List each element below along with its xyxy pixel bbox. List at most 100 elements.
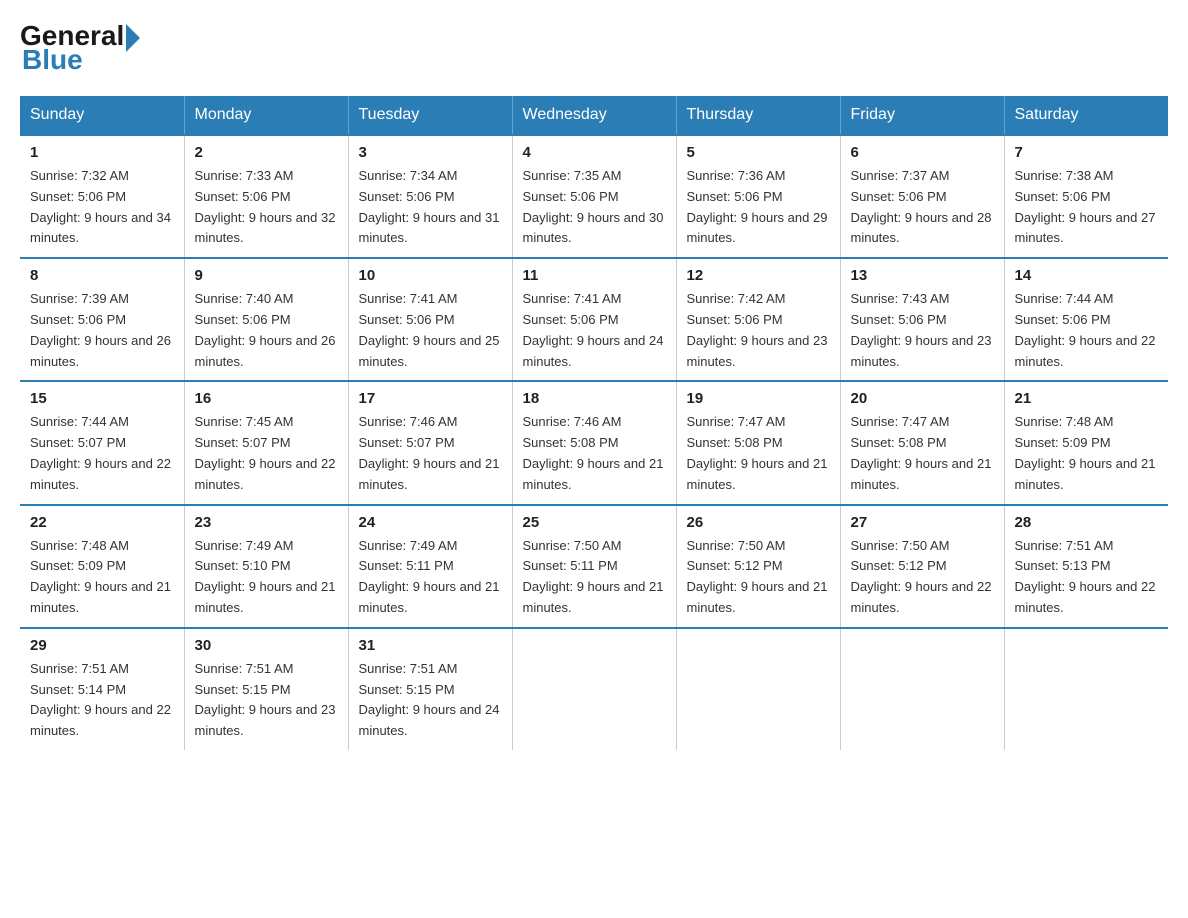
day-number: 27 xyxy=(851,514,994,531)
day-number: 20 xyxy=(851,390,994,407)
day-info: Sunrise: 7:32 AMSunset: 5:06 PMDaylight:… xyxy=(30,168,171,245)
day-number: 7 xyxy=(1015,144,1159,161)
day-info: Sunrise: 7:41 AMSunset: 5:06 PMDaylight:… xyxy=(359,291,500,368)
day-number: 22 xyxy=(30,514,174,531)
day-info: Sunrise: 7:39 AMSunset: 5:06 PMDaylight:… xyxy=(30,291,171,368)
page-header: General Blue xyxy=(20,20,1168,76)
day-cell: 23 Sunrise: 7:49 AMSunset: 5:10 PMDaylig… xyxy=(184,505,348,628)
day-info: Sunrise: 7:51 AMSunset: 5:13 PMDaylight:… xyxy=(1015,538,1156,615)
weekday-header-thursday: Thursday xyxy=(676,96,840,135)
day-cell: 14 Sunrise: 7:44 AMSunset: 5:06 PMDaylig… xyxy=(1004,258,1168,381)
day-cell: 12 Sunrise: 7:42 AMSunset: 5:06 PMDaylig… xyxy=(676,258,840,381)
day-number: 18 xyxy=(523,390,666,407)
day-cell: 2 Sunrise: 7:33 AMSunset: 5:06 PMDayligh… xyxy=(184,135,348,258)
day-number: 21 xyxy=(1015,390,1159,407)
day-info: Sunrise: 7:40 AMSunset: 5:06 PMDaylight:… xyxy=(195,291,336,368)
day-cell: 22 Sunrise: 7:48 AMSunset: 5:09 PMDaylig… xyxy=(20,505,184,628)
day-cell: 7 Sunrise: 7:38 AMSunset: 5:06 PMDayligh… xyxy=(1004,135,1168,258)
day-cell: 19 Sunrise: 7:47 AMSunset: 5:08 PMDaylig… xyxy=(676,381,840,504)
day-cell: 28 Sunrise: 7:51 AMSunset: 5:13 PMDaylig… xyxy=(1004,505,1168,628)
day-cell: 26 Sunrise: 7:50 AMSunset: 5:12 PMDaylig… xyxy=(676,505,840,628)
day-number: 8 xyxy=(30,267,174,284)
day-number: 12 xyxy=(687,267,830,284)
day-cell xyxy=(512,628,676,750)
day-info: Sunrise: 7:51 AMSunset: 5:15 PMDaylight:… xyxy=(195,661,336,738)
logo-blue-text: Blue xyxy=(22,44,83,76)
day-cell: 21 Sunrise: 7:48 AMSunset: 5:09 PMDaylig… xyxy=(1004,381,1168,504)
calendar-table: SundayMondayTuesdayWednesdayThursdayFrid… xyxy=(20,96,1168,750)
day-number: 30 xyxy=(195,637,338,654)
day-number: 3 xyxy=(359,144,502,161)
weekday-header-saturday: Saturday xyxy=(1004,96,1168,135)
day-cell: 31 Sunrise: 7:51 AMSunset: 5:15 PMDaylig… xyxy=(348,628,512,750)
day-number: 26 xyxy=(687,514,830,531)
day-info: Sunrise: 7:33 AMSunset: 5:06 PMDaylight:… xyxy=(195,168,336,245)
day-info: Sunrise: 7:51 AMSunset: 5:14 PMDaylight:… xyxy=(30,661,171,738)
day-number: 5 xyxy=(687,144,830,161)
day-cell xyxy=(840,628,1004,750)
weekday-header-friday: Friday xyxy=(840,96,1004,135)
week-row-1: 1 Sunrise: 7:32 AMSunset: 5:06 PMDayligh… xyxy=(20,135,1168,258)
day-info: Sunrise: 7:49 AMSunset: 5:11 PMDaylight:… xyxy=(359,538,500,615)
day-info: Sunrise: 7:47 AMSunset: 5:08 PMDaylight:… xyxy=(851,414,992,491)
day-info: Sunrise: 7:43 AMSunset: 5:06 PMDaylight:… xyxy=(851,291,992,368)
day-info: Sunrise: 7:35 AMSunset: 5:06 PMDaylight:… xyxy=(523,168,664,245)
day-number: 2 xyxy=(195,144,338,161)
day-info: Sunrise: 7:51 AMSunset: 5:15 PMDaylight:… xyxy=(359,661,500,738)
day-info: Sunrise: 7:34 AMSunset: 5:06 PMDaylight:… xyxy=(359,168,500,245)
weekday-header-sunday: Sunday xyxy=(20,96,184,135)
day-cell: 8 Sunrise: 7:39 AMSunset: 5:06 PMDayligh… xyxy=(20,258,184,381)
day-cell xyxy=(1004,628,1168,750)
day-number: 24 xyxy=(359,514,502,531)
day-info: Sunrise: 7:46 AMSunset: 5:08 PMDaylight:… xyxy=(523,414,664,491)
day-info: Sunrise: 7:37 AMSunset: 5:06 PMDaylight:… xyxy=(851,168,992,245)
day-number: 1 xyxy=(30,144,174,161)
day-number: 16 xyxy=(195,390,338,407)
day-cell: 1 Sunrise: 7:32 AMSunset: 5:06 PMDayligh… xyxy=(20,135,184,258)
day-info: Sunrise: 7:46 AMSunset: 5:07 PMDaylight:… xyxy=(359,414,500,491)
day-cell: 6 Sunrise: 7:37 AMSunset: 5:06 PMDayligh… xyxy=(840,135,1004,258)
weekday-header-wednesday: Wednesday xyxy=(512,96,676,135)
day-info: Sunrise: 7:42 AMSunset: 5:06 PMDaylight:… xyxy=(687,291,828,368)
day-number: 31 xyxy=(359,637,502,654)
day-info: Sunrise: 7:41 AMSunset: 5:06 PMDaylight:… xyxy=(523,291,664,368)
day-number: 6 xyxy=(851,144,994,161)
logo-arrow-icon xyxy=(126,24,140,52)
day-cell: 30 Sunrise: 7:51 AMSunset: 5:15 PMDaylig… xyxy=(184,628,348,750)
day-number: 9 xyxy=(195,267,338,284)
day-cell: 16 Sunrise: 7:45 AMSunset: 5:07 PMDaylig… xyxy=(184,381,348,504)
week-row-2: 8 Sunrise: 7:39 AMSunset: 5:06 PMDayligh… xyxy=(20,258,1168,381)
day-cell: 27 Sunrise: 7:50 AMSunset: 5:12 PMDaylig… xyxy=(840,505,1004,628)
day-cell: 3 Sunrise: 7:34 AMSunset: 5:06 PMDayligh… xyxy=(348,135,512,258)
weekday-header-monday: Monday xyxy=(184,96,348,135)
day-number: 14 xyxy=(1015,267,1159,284)
day-info: Sunrise: 7:47 AMSunset: 5:08 PMDaylight:… xyxy=(687,414,828,491)
day-number: 28 xyxy=(1015,514,1159,531)
day-cell: 18 Sunrise: 7:46 AMSunset: 5:08 PMDaylig… xyxy=(512,381,676,504)
week-row-3: 15 Sunrise: 7:44 AMSunset: 5:07 PMDaylig… xyxy=(20,381,1168,504)
day-info: Sunrise: 7:49 AMSunset: 5:10 PMDaylight:… xyxy=(195,538,336,615)
day-cell: 29 Sunrise: 7:51 AMSunset: 5:14 PMDaylig… xyxy=(20,628,184,750)
day-cell: 4 Sunrise: 7:35 AMSunset: 5:06 PMDayligh… xyxy=(512,135,676,258)
day-number: 11 xyxy=(523,267,666,284)
week-row-4: 22 Sunrise: 7:48 AMSunset: 5:09 PMDaylig… xyxy=(20,505,1168,628)
week-row-5: 29 Sunrise: 7:51 AMSunset: 5:14 PMDaylig… xyxy=(20,628,1168,750)
day-info: Sunrise: 7:44 AMSunset: 5:06 PMDaylight:… xyxy=(1015,291,1156,368)
day-info: Sunrise: 7:50 AMSunset: 5:11 PMDaylight:… xyxy=(523,538,664,615)
logo: General Blue xyxy=(20,20,140,76)
day-number: 29 xyxy=(30,637,174,654)
day-cell: 9 Sunrise: 7:40 AMSunset: 5:06 PMDayligh… xyxy=(184,258,348,381)
day-number: 15 xyxy=(30,390,174,407)
day-info: Sunrise: 7:38 AMSunset: 5:06 PMDaylight:… xyxy=(1015,168,1156,245)
day-info: Sunrise: 7:44 AMSunset: 5:07 PMDaylight:… xyxy=(30,414,171,491)
day-number: 13 xyxy=(851,267,994,284)
day-number: 23 xyxy=(195,514,338,531)
day-info: Sunrise: 7:50 AMSunset: 5:12 PMDaylight:… xyxy=(687,538,828,615)
day-cell: 25 Sunrise: 7:50 AMSunset: 5:11 PMDaylig… xyxy=(512,505,676,628)
day-number: 19 xyxy=(687,390,830,407)
day-number: 4 xyxy=(523,144,666,161)
day-cell: 20 Sunrise: 7:47 AMSunset: 5:08 PMDaylig… xyxy=(840,381,1004,504)
day-cell: 10 Sunrise: 7:41 AMSunset: 5:06 PMDaylig… xyxy=(348,258,512,381)
day-cell: 11 Sunrise: 7:41 AMSunset: 5:06 PMDaylig… xyxy=(512,258,676,381)
day-info: Sunrise: 7:45 AMSunset: 5:07 PMDaylight:… xyxy=(195,414,336,491)
